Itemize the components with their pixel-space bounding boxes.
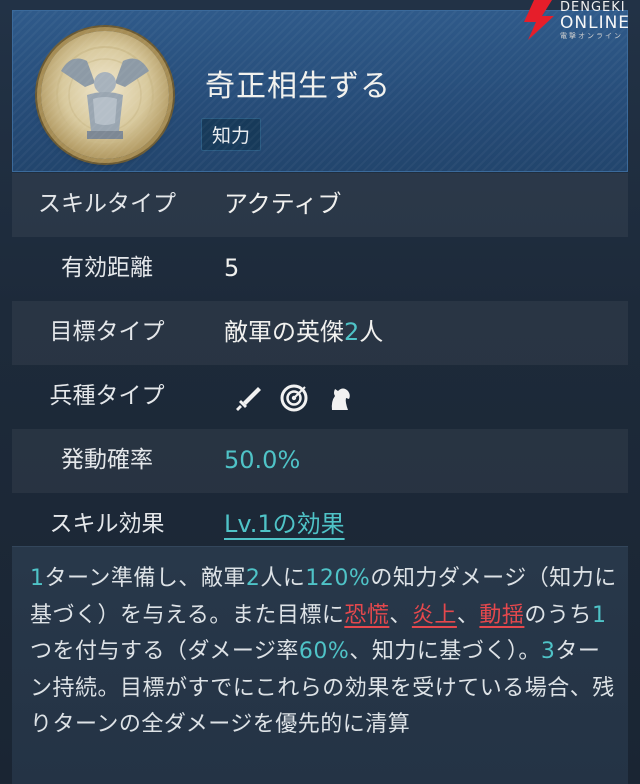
stat-value: 5 (224, 254, 240, 282)
stat-value: アクティブ (224, 190, 342, 218)
skill-description: 1ターン準備し、敵軍2人に120%の知力ダメージ（知力に基づく）を与える。また目… (30, 561, 620, 744)
troop-type-icons (234, 383, 364, 413)
desc-text: のうち (524, 602, 592, 628)
dengeki-online-watermark: DENGEKI ONLINE 電撃オンライン (520, 0, 638, 42)
stat-row-range: 有効距離 5 (12, 237, 628, 301)
lightning-logo-icon (524, 0, 554, 40)
bow-target-icon (279, 383, 309, 413)
target-prefix: 敵軍の英傑 (224, 318, 344, 346)
desc-separator: 、 (456, 602, 480, 628)
stat-value: 50.0% (224, 446, 301, 474)
desc-number: 1 (30, 566, 45, 591)
status-fear-link[interactable]: 恐慌 (344, 603, 389, 628)
stat-label: 目標タイプ (49, 319, 165, 345)
desc-number: 2 (245, 566, 261, 591)
skill-description-box: 1ターン準備し、敵軍2人に120%の知力ダメージ（知力に基づく）を与える。また目… (12, 546, 628, 784)
stat-label: 有効距離 (61, 255, 153, 281)
status-shaken-link[interactable]: 動揺 (479, 603, 524, 628)
sword-icon (234, 383, 264, 413)
stat-row-trigger-rate: 発動確率 50.0% (12, 429, 628, 493)
skill-emblem-icon (41, 31, 169, 159)
desc-separator: 、 (389, 602, 412, 628)
watermark-line2: ONLINE (560, 13, 631, 33)
watermark-line3: 電撃オンライン (560, 32, 623, 40)
horse-icon (324, 383, 354, 413)
skill-stats-table: スキルタイプ アクティブ 有効距離 5 目標タイプ 敵軍の英傑2人 兵種タイプ (12, 173, 628, 557)
skill-panel: 奇正相生ずる 知力 DENGEKI ONLINE 電撃オンライン スキルタイプ … (0, 0, 640, 784)
desc-number: 120% (305, 566, 371, 591)
stat-label: 発動確率 (61, 447, 153, 473)
desc-number: 1 (591, 602, 607, 628)
status-burn-link[interactable]: 炎上 (412, 603, 457, 628)
target-count: 2 (344, 318, 360, 346)
desc-number: 60% (298, 639, 350, 664)
stat-row-skill-type: スキルタイプ アクティブ (12, 173, 628, 237)
stat-value: 敵軍の英傑2人 (224, 301, 383, 365)
skill-title: 奇正相生ずる (205, 69, 391, 104)
stat-row-target-type: 目標タイプ 敵軍の英傑2人 (12, 301, 628, 365)
stat-label: スキルタイプ (38, 191, 176, 217)
target-suffix: 人 (359, 318, 384, 346)
desc-text: 、知力に基づく）。 (349, 639, 541, 664)
desc-number: 3 (540, 639, 556, 664)
desc-text: ターン準備し、敵軍 (44, 566, 246, 591)
stat-label: 兵種タイプ (49, 383, 165, 409)
skill-category-badge: 知力 (201, 118, 262, 151)
desc-text: 人に (260, 566, 306, 591)
stat-row-troop-type: 兵種タイプ (12, 365, 628, 429)
desc-text: つを付与する（ダメージ率 (30, 639, 299, 664)
